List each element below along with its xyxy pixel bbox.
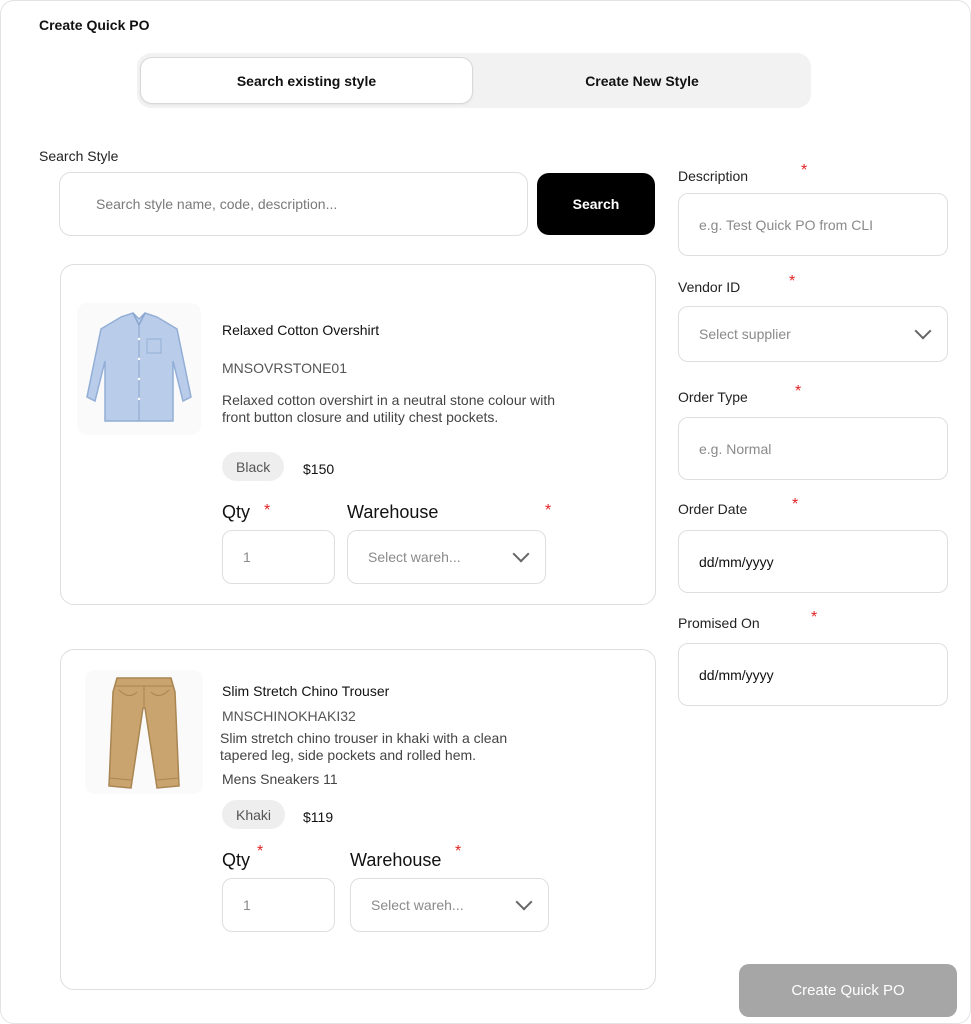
qty-placeholder: 1 xyxy=(243,549,251,565)
description-label: Description xyxy=(678,168,749,184)
required-marker: * xyxy=(545,502,552,519)
required-marker: * xyxy=(811,609,818,626)
required-marker: * xyxy=(257,843,264,860)
order-type-input[interactable]: e.g. Normal xyxy=(678,417,948,480)
vendor-select[interactable]: Select supplier xyxy=(678,306,948,362)
warehouse-label: Warehouse xyxy=(350,850,442,870)
description-input[interactable]: e.g. Test Quick PO from CLI xyxy=(678,193,948,256)
product-card-overshirt: Relaxed Cotton Overshirt MNSOVRSTONE01 R… xyxy=(60,264,656,605)
shirt-icon xyxy=(86,312,192,422)
product-image-overshirt xyxy=(77,303,201,435)
search-button[interactable]: Search xyxy=(537,173,655,235)
product-extra: Mens Sneakers 11 xyxy=(222,771,338,787)
description-placeholder: e.g. Test Quick PO from CLI xyxy=(699,216,874,233)
required-marker: * xyxy=(789,273,796,290)
tab-create-new-style[interactable]: Create New Style xyxy=(477,57,807,104)
quick-po-panel: Create Quick PO Search existing style Cr… xyxy=(0,0,971,1024)
qty-input[interactable]: 1 xyxy=(222,878,335,932)
search-input[interactable] xyxy=(59,172,528,236)
required-marker: * xyxy=(792,496,799,513)
qty-placeholder: 1 xyxy=(243,897,251,913)
product-description: Slim stretch chino trouser in khaki with… xyxy=(220,730,508,763)
order-type-label: Order Type xyxy=(678,389,748,405)
product-code: MNSOVRSTONE01 xyxy=(222,360,347,376)
qty-label: Qty xyxy=(222,850,251,870)
warehouse-select[interactable]: Select wareh... xyxy=(350,878,549,932)
warehouse-placeholder: Select wareh... xyxy=(368,549,461,565)
search-style-label: Search Style xyxy=(39,148,119,164)
product-name: Relaxed Cotton Overshirt xyxy=(222,322,380,338)
tab-switcher: Search existing style Create New Style xyxy=(137,53,811,108)
color-chip: Khaki xyxy=(222,800,286,829)
page-title: Create Quick PO xyxy=(39,17,150,33)
warehouse-placeholder: Select wareh... xyxy=(371,897,464,913)
required-marker: * xyxy=(264,502,271,519)
order-type-placeholder: e.g. Normal xyxy=(699,440,772,457)
product-price: $119 xyxy=(303,809,334,825)
product-card-chino: Slim Stretch Chino Trouser MNSCHINOKHAKI… xyxy=(60,649,656,990)
order-date-input[interactable]: dd/mm/yyyy xyxy=(678,530,948,593)
vendor-id-label: Vendor ID xyxy=(678,279,741,295)
qty-input[interactable]: 1 xyxy=(222,530,335,584)
qty-label: Qty xyxy=(222,502,251,522)
required-marker: * xyxy=(455,843,462,860)
required-marker: * xyxy=(795,383,802,400)
color-chip: Black xyxy=(222,452,285,481)
warehouse-select[interactable]: Select wareh... xyxy=(347,530,546,584)
product-name: Slim Stretch Chino Trouser xyxy=(222,683,390,699)
product-code: MNSCHINOKHAKI32 xyxy=(222,708,356,724)
chevron-down-icon xyxy=(512,545,530,563)
promised-on-value: dd/mm/yyyy xyxy=(699,666,774,683)
promised-on-input[interactable]: dd/mm/yyyy xyxy=(678,643,948,706)
chevron-down-icon xyxy=(914,322,932,340)
product-price: $150 xyxy=(303,461,335,477)
order-date-value: dd/mm/yyyy xyxy=(699,553,774,570)
tab-search-existing-style[interactable]: Search existing style xyxy=(140,57,473,104)
chevron-down-icon xyxy=(515,893,533,911)
vendor-placeholder: Select supplier xyxy=(699,326,791,342)
order-date-label: Order Date xyxy=(678,501,748,517)
product-description: Relaxed cotton overshirt in a neutral st… xyxy=(222,392,556,425)
warehouse-label: Warehouse xyxy=(347,502,439,522)
product-image-chino xyxy=(85,670,203,794)
promised-on-label: Promised On xyxy=(678,615,760,631)
trousers-icon xyxy=(108,677,180,789)
required-marker: * xyxy=(801,162,808,179)
create-quick-po-button[interactable]: Create Quick PO xyxy=(739,964,957,1017)
